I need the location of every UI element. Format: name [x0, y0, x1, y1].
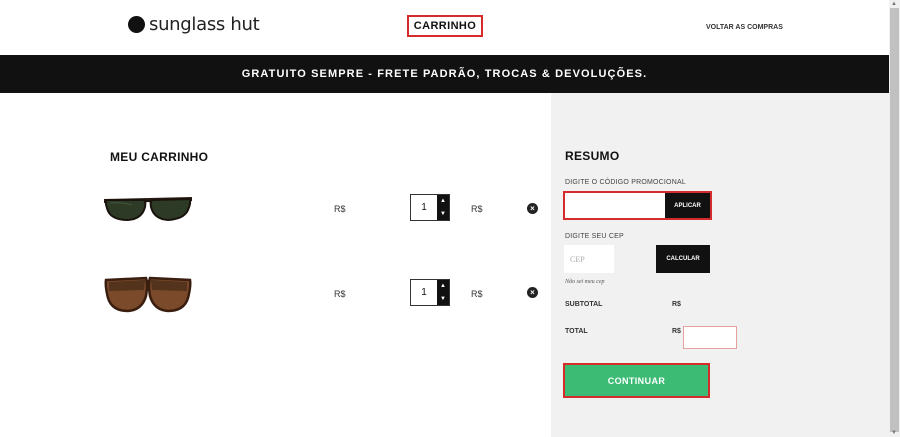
logo-text: sunglass hut [149, 14, 260, 35]
summary-title: RESUMO [565, 149, 620, 163]
cep-help-link[interactable]: Não sei meu cep [565, 279, 605, 285]
promo-code-group: APLICAR [563, 191, 712, 220]
item-price: R$ [334, 289, 346, 299]
quantity-value[interactable]: 1 [411, 280, 437, 305]
product-image-brown-oversized[interactable] [102, 274, 194, 314]
promo-code-input[interactable] [565, 193, 665, 218]
back-to-shopping-link[interactable]: VOLTAR AS COMPRAS [706, 24, 783, 31]
scroll-down-icon[interactable]: ▼ [891, 430, 897, 436]
subtotal-label: SUBTOTAL [565, 301, 603, 308]
quantity-stepper[interactable]: 1 ▲ ▼ [410, 194, 450, 221]
item-total: R$ [471, 289, 483, 299]
item-total: R$ [471, 204, 483, 214]
total-amount-box [683, 326, 737, 349]
quantity-arrows[interactable]: ▲ ▼ [437, 280, 449, 305]
increment-icon[interactable]: ▲ [437, 195, 449, 208]
decrement-icon[interactable]: ▼ [437, 208, 449, 221]
subtotal-value: R$ [672, 301, 681, 308]
logo-dot-icon [128, 16, 145, 33]
product-image-green-wayfarer[interactable] [102, 189, 194, 229]
continue-button[interactable]: CONTINUAR [565, 365, 708, 396]
apply-promo-button[interactable]: APLICAR [665, 193, 710, 218]
remove-item-icon[interactable]: × [527, 203, 538, 214]
quantity-arrows[interactable]: ▲ ▼ [437, 195, 449, 220]
cep-label: DIGITE SEU CEP [565, 233, 624, 240]
cart-item: R$ 1 ▲ ▼ R$ × [0, 189, 551, 229]
quantity-value[interactable]: 1 [411, 195, 437, 220]
cart-title: MEU CARRINHO [110, 150, 209, 164]
continue-button-wrapper: CONTINUAR [563, 363, 710, 398]
quantity-stepper[interactable]: 1 ▲ ▼ [410, 279, 450, 306]
increment-icon[interactable]: ▲ [437, 280, 449, 293]
banner-text: GRATUITO SEMPRE - FRETE PADRÃO, TROCAS &… [241, 68, 648, 80]
sunglass-hut-logo[interactable]: sunglass hut [128, 14, 260, 35]
scrollbar-thumb[interactable] [890, 8, 899, 432]
free-shipping-banner: GRATUITO SEMPRE - FRETE PADRÃO, TROCAS &… [0, 55, 889, 93]
site-header: sunglass hut CARRINHO VOLTAR AS COMPRAS [0, 0, 889, 55]
cep-input[interactable] [564, 245, 614, 273]
promo-code-label: DIGITE O CÓDIGO PROMOCIONAL [565, 179, 686, 186]
total-value: R$ [672, 328, 681, 335]
item-price: R$ [334, 204, 346, 214]
remove-item-icon[interactable]: × [527, 287, 538, 298]
scroll-up-icon[interactable]: ▲ [891, 1, 897, 7]
page-scrollbar[interactable]: ▲ ▼ [889, 0, 900, 437]
cart-item: R$ 1 ▲ ▼ R$ × [0, 274, 551, 314]
total-label: TOTAL [565, 328, 588, 335]
page-title: CARRINHO [407, 15, 483, 37]
decrement-icon[interactable]: ▼ [437, 293, 449, 306]
calculate-shipping-button[interactable]: CALCULAR [656, 245, 710, 273]
